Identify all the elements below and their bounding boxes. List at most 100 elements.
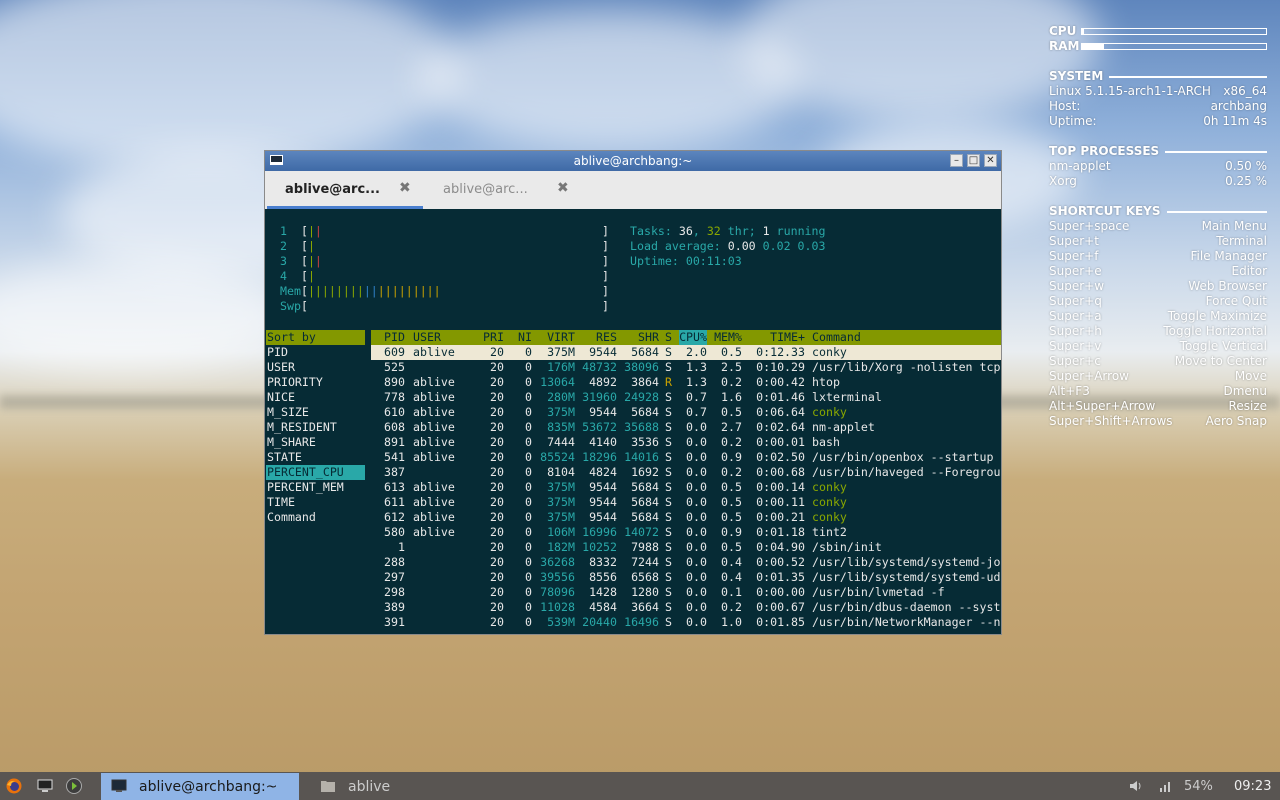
- process-time: 0:00.21: [756, 510, 805, 524]
- tab-2-close-icon[interactable]: ✖: [557, 180, 569, 196]
- terminal-window[interactable]: ablive@archbang:~ – □ ✕ ablive@arc... ✖ …: [264, 150, 1002, 635]
- top-process-row: nm-applet 0.50 %: [1049, 159, 1267, 174]
- minimize-button[interactable]: –: [950, 154, 963, 167]
- process-row[interactable]: 891 ablive 20 0 7444 4140 3536 S 0.0 0.2 0:00.01 ba…: [371, 435, 1001, 450]
- process-row[interactable]: 890 ablive 20 0 13064 4892 3864 R 1.3 0.2 0:00.42 h…: [371, 375, 1001, 390]
- process-user: ablive: [413, 495, 455, 509]
- shortcut-row: Super+space Main Menu: [1049, 219, 1267, 234]
- process-res: 9544: [589, 480, 617, 494]
- process-shr: 3864: [631, 375, 659, 389]
- process-row[interactable]: 387 20 0 8104 4824 1692 S 0.0 0.2 0:00.68/usr/bin…: [371, 465, 1001, 480]
- tab-1-close-icon[interactable]: ✖: [399, 180, 411, 196]
- sort-option-m-resident[interactable]: M_RESIDENT: [266, 420, 365, 435]
- column-header-time[interactable]: TIME+: [770, 330, 805, 345]
- process-res: 18296: [582, 450, 617, 464]
- process-cpu: 0.0: [686, 495, 707, 509]
- column-header-virt[interactable]: VIRT: [547, 330, 575, 345]
- terminal-launcher-icon[interactable]: [66, 778, 82, 794]
- shortcut-value: File Manager: [1190, 249, 1268, 263]
- process-row[interactable]: 613 ablive 20 0 375M 9544 5684 S 0.0 0.5 0:00.14 co…: [371, 480, 1001, 495]
- process-row[interactable]: 580 ablive 20 0 106M 16996 14072 S 0.0 0.9 0:01.18…: [371, 525, 1001, 540]
- column-header-cpu[interactable]: CPU%: [679, 330, 707, 345]
- process-row[interactable]: 297 20 0 39556 8556 6568 S 0.0 0.4 0:01.35/usr/li…: [371, 570, 1001, 585]
- htop-screen[interactable]: 1 [||||] 2 [||] 3 [||||] 4 [||] Mem[||||||||…: [265, 209, 1001, 634]
- process-row[interactable]: 525 20 0 176M 48732 38096 S 1.3 2.5 0:10.29/usr/l…: [371, 360, 1001, 375]
- battery-percentage[interactable]: 54%: [1184, 779, 1213, 794]
- process-mem: 0.2: [721, 465, 742, 479]
- sort-option-state[interactable]: STATE: [266, 450, 365, 465]
- process-row[interactable]: 1 20 0 182M 10252 7988 S 0.0 0.5 0:04.90/sbin/ini…: [371, 540, 1001, 555]
- process-pid: 297: [384, 570, 405, 584]
- process-mem: 0.2: [721, 375, 742, 389]
- column-header-shr[interactable]: SHR: [638, 330, 659, 345]
- network-icon[interactable]: [1158, 778, 1174, 794]
- process-row[interactable]: 612 ablive 20 0 375M 9544 5684 S 0.0 0.5 0:00.21 co…: [371, 510, 1001, 525]
- process-row[interactable]: 611 ablive 20 0 375M 9544 5684 S 0.0 0.5 0:00.11 co…: [371, 495, 1001, 510]
- process-mem: 0.5: [721, 510, 742, 524]
- maximize-button[interactable]: □: [967, 154, 980, 167]
- sort-option-command[interactable]: Command: [266, 510, 365, 525]
- tab-1-label: ablive@arc...: [285, 182, 380, 197]
- process-row[interactable]: 288 20 0 36268 8332 7244 S 0.0 0.4 0:00.52/usr/li…: [371, 555, 1001, 570]
- taskbar-item-terminal[interactable]: ablive@archbang:~: [101, 773, 299, 800]
- column-header-pri[interactable]: PRI: [483, 330, 504, 345]
- process-pri: 20: [490, 360, 504, 374]
- volume-icon[interactable]: [1128, 778, 1144, 794]
- process-virt: 280M: [547, 390, 575, 404]
- tab-1[interactable]: ablive@arc... ✖: [267, 171, 423, 209]
- process-res: 9544: [589, 345, 617, 359]
- column-header-s[interactable]: S: [665, 330, 672, 345]
- process-virt: 85524: [540, 450, 575, 464]
- process-row[interactable]: 389 20 0 11028 4584 3664 S 0.0 0.2 0:00.67/usr/bi…: [371, 600, 1001, 615]
- process-mem: 2.5: [721, 360, 742, 374]
- close-button[interactable]: ✕: [984, 154, 997, 167]
- taskbar-item-folder[interactable]: ablive: [310, 773, 500, 800]
- column-header-cmd[interactable]: Command: [812, 330, 861, 345]
- process-mem: 0.2: [721, 600, 742, 614]
- column-header-ni[interactable]: NI: [518, 330, 532, 345]
- shortcut-row: Super+a Toggle Maximize: [1049, 309, 1267, 324]
- process-row[interactable]: 610 ablive 20 0 375M 9544 5684 S 0.7 0.5 0:06.64 co…: [371, 405, 1001, 420]
- clock[interactable]: 09:23: [1234, 779, 1271, 794]
- process-mem: 0.5: [721, 480, 742, 494]
- column-header-pid[interactable]: PID: [384, 330, 405, 345]
- process-ni: 0: [525, 495, 532, 509]
- sort-option-pid[interactable]: PID: [266, 345, 365, 360]
- process-row[interactable]: 541 ablive 20 0 85524 18296 14016 S 0.0 0.9 0:02.5…: [371, 450, 1001, 465]
- desktop-icon[interactable]: [37, 778, 53, 794]
- process-row[interactable]: 609 ablive 20 0 375M 9544 5684 S 2.0 0.5 0:12.33 co…: [371, 345, 1001, 360]
- process-shr: 1692: [631, 465, 659, 479]
- sort-option-m-share[interactable]: M_SHARE: [266, 435, 365, 450]
- sort-option-percent-cpu[interactable]: PERCENT_CPU: [266, 465, 365, 480]
- cpu-label: CPU: [1049, 24, 1077, 38]
- window-titlebar[interactable]: ablive@archbang:~ – □ ✕: [265, 151, 1001, 171]
- process-cpu: 0.0: [686, 435, 707, 449]
- tab-2[interactable]: ablive@arc... ✖: [425, 171, 581, 209]
- process-cpu: 0.0: [686, 450, 707, 464]
- system-info-row: Host: archbang: [1049, 99, 1267, 114]
- sort-option-percent-mem[interactable]: PERCENT_MEM: [266, 480, 365, 495]
- process-row[interactable]: 391 20 0 539M 20440 16496 S 0.0 1.0 0:01.85/usr/b…: [371, 615, 1001, 630]
- process-pri: 20: [490, 570, 504, 584]
- process-pid: 891: [384, 435, 405, 449]
- process-row[interactable]: 778 ablive 20 0 280M 31960 24928 S 0.7 1.6 0:01.46…: [371, 390, 1001, 405]
- sort-option-nice[interactable]: NICE: [266, 390, 365, 405]
- process-row[interactable]: 298 20 0 78096 1428 1280 S 0.0 0.1 0:00.00/usr/bi…: [371, 585, 1001, 600]
- process-pri: 20: [490, 345, 504, 359]
- column-header-user[interactable]: USER: [413, 330, 441, 345]
- sort-option-m-size[interactable]: M_SIZE: [266, 405, 365, 420]
- process-row[interactable]: 608 ablive 20 0 835M 53672 35688 S 0.0 2.7 0:02.64…: [371, 420, 1001, 435]
- sort-option-user[interactable]: USER: [266, 360, 365, 375]
- process-res: 9544: [589, 495, 617, 509]
- column-header-res[interactable]: RES: [596, 330, 617, 345]
- process-virt: 39556: [540, 570, 575, 584]
- sort-option-priority[interactable]: PRIORITY: [266, 375, 365, 390]
- firefox-icon[interactable]: [6, 778, 22, 794]
- column-header-mem[interactable]: MEM%: [714, 330, 742, 345]
- sort-option-time[interactable]: TIME: [266, 495, 365, 510]
- taskbar-item-folder-label: ablive: [348, 779, 391, 795]
- process-user: ablive: [413, 480, 455, 494]
- system-title: SYSTEM: [1049, 69, 1104, 83]
- process-time: 0:00.68: [756, 465, 805, 479]
- process-time: 0:02.64: [756, 420, 805, 434]
